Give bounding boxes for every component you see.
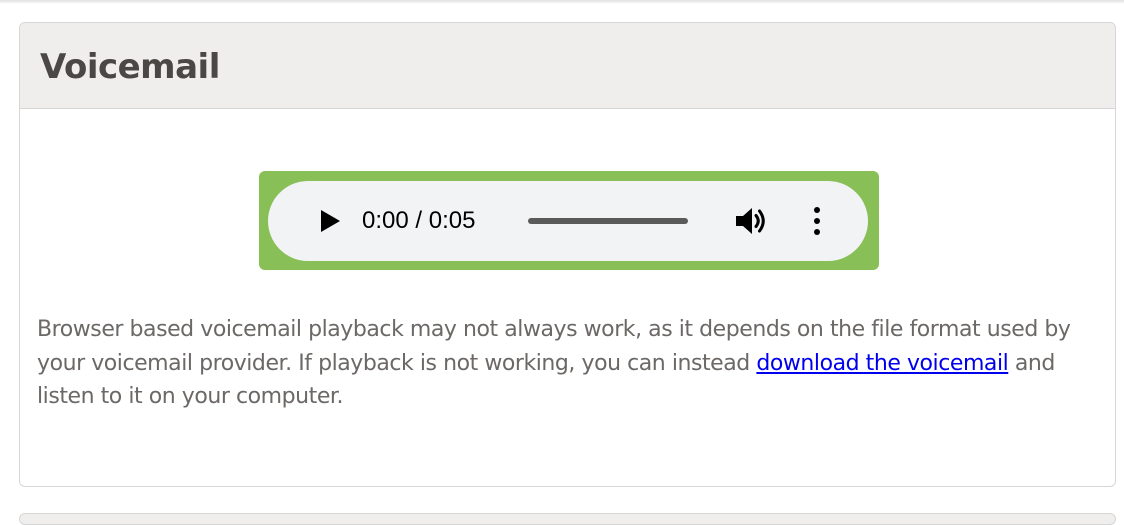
next-panel-edge xyxy=(19,513,1116,525)
seek-bar-fill xyxy=(528,218,688,224)
panel-title: Voicemail xyxy=(40,47,220,87)
panel-header: Voicemail xyxy=(20,23,1115,109)
time-separator: / xyxy=(408,207,429,234)
volume-icon[interactable] xyxy=(734,205,768,237)
audio-player-frame: 0:00 / 0:05 xyxy=(259,171,879,270)
more-options-icon[interactable] xyxy=(808,206,826,236)
time-display: 0:00 / 0:05 xyxy=(362,205,475,237)
seek-bar[interactable] xyxy=(528,218,688,224)
audio-player[interactable]: 0:00 / 0:05 xyxy=(268,181,868,261)
top-divider xyxy=(0,0,1124,3)
play-icon[interactable] xyxy=(321,210,340,232)
playback-notice: Browser based voicemail playback may not… xyxy=(37,313,1097,414)
voicemail-panel: Voicemail 0:00 / 0:05 Browser based voic… xyxy=(19,22,1116,487)
current-time: 0:00 xyxy=(362,207,409,234)
duration: 0:05 xyxy=(428,207,476,234)
download-voicemail-link[interactable]: download the voicemail xyxy=(756,351,1008,376)
